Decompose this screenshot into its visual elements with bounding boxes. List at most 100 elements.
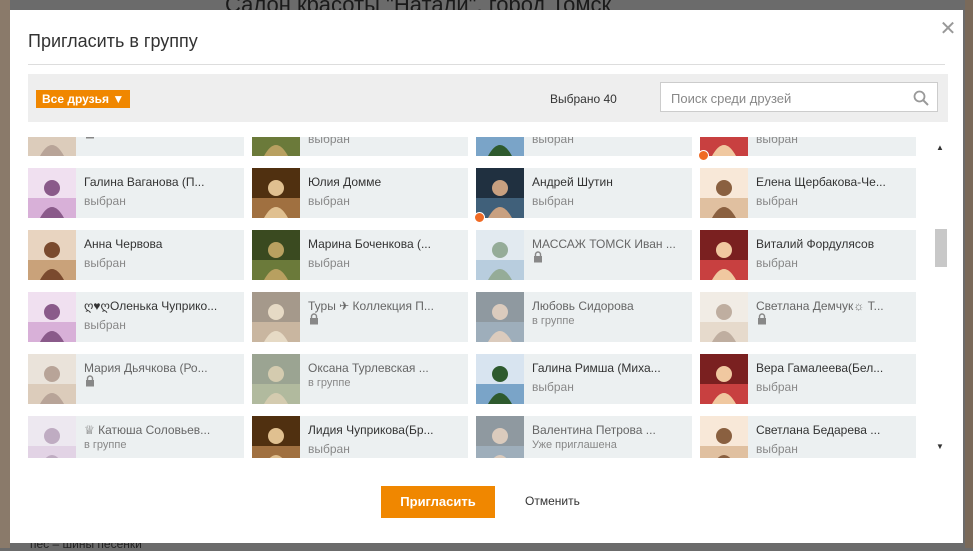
friend-search-input[interactable]: [669, 89, 913, 107]
friend-name: Лидия Чуприкова(Бр...: [308, 423, 434, 437]
friend-name: МАССАЖ ТОМСК Иван ...: [532, 237, 676, 251]
friend-card[interactable]: Светлана Демчук☼ Т...: [700, 292, 916, 342]
friend-avatar: [476, 292, 524, 342]
friend-name: Светлана Демчук☼ Т...: [756, 299, 884, 313]
friend-name: Мария Дьячкова (Ро...: [84, 361, 208, 375]
friend-avatar: [252, 292, 300, 342]
search-icon[interactable]: [913, 90, 929, 106]
friend-card[interactable]: Юлия Домме выбран: [252, 168, 468, 218]
friend-card[interactable]: Елена Щербакова-Че... выбран: [700, 168, 916, 218]
friend-status: Уже приглашена: [532, 439, 617, 451]
friend-status: выбран: [308, 194, 350, 208]
friend-name: Оксана Турлевская ...: [308, 361, 429, 375]
friend-search-box[interactable]: [660, 82, 938, 112]
friend-card[interactable]: Туры ✈ Коллекция П...: [252, 292, 468, 342]
friend-card[interactable]: Виталий Фордулясов выбран: [700, 230, 916, 280]
friend-status: в группе: [532, 315, 575, 327]
friend-name: Марина Боченкова (...: [308, 237, 431, 251]
friend-status: выбран: [84, 194, 126, 208]
friend-avatar: [700, 230, 748, 280]
friend-status: выбран: [532, 380, 574, 394]
friends-list[interactable]: выбран выбран выбран Галина Ваганова (П... в…: [28, 137, 920, 458]
friend-card[interactable]: Светлана Бедарева ... выбран: [700, 416, 916, 458]
online-indicator-icon: [698, 150, 709, 161]
close-icon[interactable]: ✕: [939, 19, 957, 39]
friend-avatar: [476, 168, 524, 218]
friend-avatar: [252, 230, 300, 280]
friend-card[interactable]: выбран: [698, 137, 916, 161]
friend-avatar: [252, 168, 300, 218]
lock-icon: [758, 313, 766, 325]
background-edge-right: [965, 0, 973, 548]
friend-avatar: [476, 230, 524, 280]
friend-card[interactable]: Оксана Турлевская ... в группе: [252, 354, 468, 404]
friend-avatar: [700, 292, 748, 342]
friend-name: Анна Червова: [84, 237, 163, 251]
invite-button[interactable]: Пригласить: [381, 486, 495, 518]
friend-status: выбран: [756, 256, 798, 270]
friend-card[interactable]: МАССАЖ ТОМСК Иван ...: [476, 230, 692, 280]
friend-card[interactable]: ღ♥ღОленька Чуприко... выбран: [28, 292, 244, 342]
friend-name: Елена Щербакова-Че...: [756, 175, 886, 189]
friend-name: Галина Ваганова (П...: [84, 175, 205, 189]
friend-avatar: [28, 292, 76, 342]
friend-name: Валентина Петрова ...: [532, 423, 656, 437]
friends-filter-dropdown[interactable]: Все друзья ▼: [36, 90, 131, 108]
friend-card[interactable]: Анна Червова выбран: [28, 230, 244, 280]
lock-icon: [86, 137, 94, 139]
invite-dialog: Пригласить в группу ✕ Все друзья ▼ Выбра…: [10, 10, 963, 543]
friend-status: выбран: [308, 256, 350, 270]
friend-name: Туры ✈ Коллекция П...: [308, 299, 434, 313]
online-indicator-icon: [474, 212, 485, 223]
friend-card[interactable]: Галина Ваганова (П... выбран: [28, 168, 244, 218]
friend-status: в группе: [308, 377, 351, 389]
friend-card[interactable]: Лидия Чуприкова(Бр... выбран: [252, 416, 468, 458]
lock-icon: [86, 375, 94, 387]
filter-toolbar: Все друзья ▼ Выбрано 40: [28, 74, 948, 122]
friend-status: выбран: [756, 442, 798, 456]
friend-status: выбран: [756, 137, 798, 146]
cancel-button[interactable]: Отменить: [525, 494, 580, 508]
friend-status: выбран: [756, 380, 798, 394]
friend-avatar: [476, 416, 524, 458]
friend-avatar: [28, 354, 76, 404]
scroll-track[interactable]: [934, 157, 947, 437]
friend-avatar: [700, 168, 748, 218]
background-edge-left: [0, 0, 10, 548]
friends-scrollbar[interactable]: ▲ ▼: [932, 137, 948, 458]
friend-status: выбран: [84, 256, 126, 270]
friend-card[interactable]: Мария Дьячкова (Ро...: [28, 354, 244, 404]
friend-avatar: [476, 137, 524, 156]
friend-card[interactable]: Вера Гамалеева(Бел... выбран: [700, 354, 916, 404]
dialog-title: Пригласить в группу: [28, 31, 198, 51]
friend-avatar: [28, 137, 76, 156]
friend-avatar: [700, 354, 748, 404]
scroll-down-arrow-icon[interactable]: ▼: [935, 442, 945, 452]
lock-icon: [310, 313, 318, 325]
selected-count: Выбрано 40: [550, 92, 617, 106]
friend-avatar: [252, 137, 300, 156]
scroll-thumb[interactable]: [935, 229, 947, 267]
friend-avatar: [28, 230, 76, 280]
friend-name: Любовь Сидорова: [532, 299, 634, 313]
friend-card[interactable]: ♕ Катюша Соловьев... в группе: [28, 416, 244, 458]
friend-status: выбран: [532, 137, 574, 146]
friend-card[interactable]: Андрей Шутин выбран: [474, 168, 692, 223]
friend-status: выбран: [84, 318, 126, 332]
friend-card[interactable]: выбран: [252, 137, 468, 156]
title-divider: [28, 64, 945, 65]
friend-name: Галина Римша (Миха...: [532, 361, 661, 375]
friend-card[interactable]: [28, 137, 244, 156]
friend-card[interactable]: Валентина Петрова ... Уже приглашена: [476, 416, 692, 458]
friend-card[interactable]: Марина Боченкова (... выбран: [252, 230, 468, 280]
friend-card[interactable]: выбран: [476, 137, 692, 156]
friend-avatar: [28, 168, 76, 218]
friend-status: в группе: [84, 439, 127, 451]
friend-card[interactable]: Галина Римша (Миха... выбран: [476, 354, 692, 404]
friend-avatar: [476, 354, 524, 404]
friend-avatar: [252, 416, 300, 458]
friend-avatar: [28, 416, 76, 458]
friend-card[interactable]: Любовь Сидорова в группе: [476, 292, 692, 342]
scroll-up-arrow-icon[interactable]: ▲: [935, 143, 945, 153]
friend-status: выбран: [308, 442, 350, 456]
